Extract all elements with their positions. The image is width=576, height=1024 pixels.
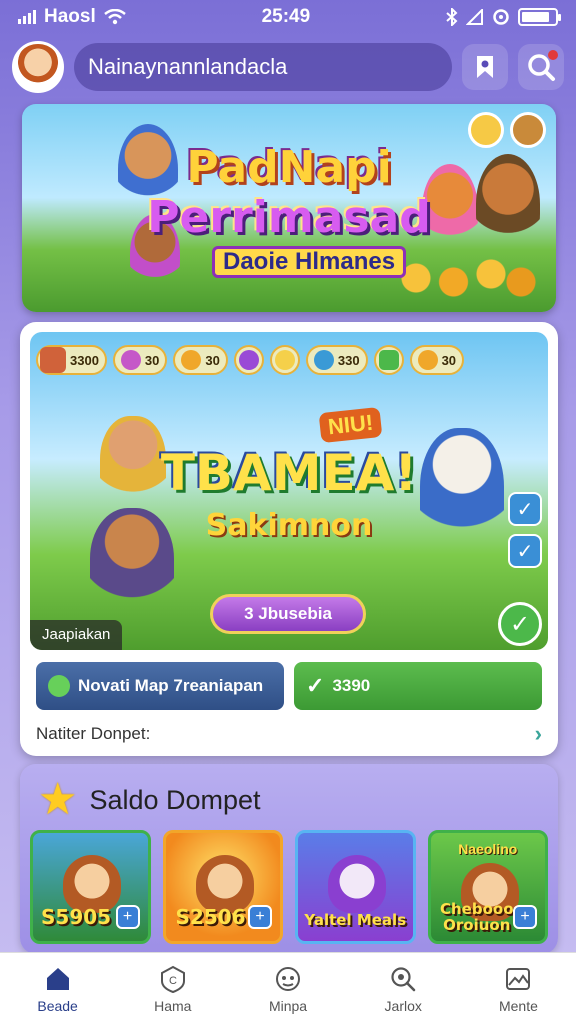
username: Nainaynannlandacla (88, 54, 288, 79)
nav-item-minpa[interactable]: Minpa (230, 953, 345, 1024)
status-left: Haosl (18, 6, 126, 28)
bluetooth-icon (446, 8, 458, 26)
featured-game-card: 3300 30 30 330 30 NIU! TBAMEA! Sakimnon … (20, 322, 558, 756)
carrier-name: Haosl (44, 6, 96, 27)
search-icon (388, 964, 418, 994)
check-icon: ✓ (306, 673, 325, 698)
character-icon (40, 347, 66, 373)
tile-character (328, 855, 386, 913)
saldo-tiles: S5905 + S2506 + Yaltel Meals Naeolino Ch… (30, 830, 548, 944)
nav-label: Minpa (268, 997, 308, 1014)
saldo-header: ★ Saldo Dompet (38, 772, 261, 828)
resource-item: 330 (305, 345, 368, 375)
gem-icon (120, 350, 141, 370)
side-check-button[interactable]: ✓ (508, 492, 542, 526)
chevron-right-icon: › (534, 721, 542, 746)
sync-icon (493, 9, 509, 25)
status-bar: Haosl 25:49 (0, 0, 576, 34)
cellular-icon (465, 9, 483, 25)
tile-top-label: Naeolino (458, 841, 518, 857)
resource-value: 30 (144, 352, 160, 368)
saldo-tile[interactable]: S5905 + (30, 830, 151, 944)
nav-label: Beade (37, 997, 78, 1014)
saldo-dompet-panel: ★ Saldo Dompet S5905 + S2506 + Yaltel Me… (20, 764, 558, 954)
game-subtitle: Sakimnon (205, 508, 373, 543)
nav-item-hama[interactable]: C Hama (115, 953, 230, 1024)
nav-label: Hama (154, 997, 192, 1014)
leaf-icon (48, 675, 70, 697)
nav-item-menu[interactable]: Mente (461, 953, 576, 1024)
plus-icon[interactable]: + (513, 905, 537, 929)
nav-item-search[interactable]: Jarlox (346, 953, 461, 1024)
resource-value: 30 (205, 352, 220, 368)
plus-icon[interactable]: + (115, 905, 140, 929)
saldo-tile[interactable]: S2506 + (162, 830, 283, 944)
coin-icon (417, 350, 438, 370)
signal-icon (18, 10, 36, 24)
resource-value: 30 (441, 352, 457, 368)
promo-banner[interactable]: PadNapi Perrimasad Daoie Hlmanes (22, 104, 556, 312)
resource-bar: 3300 30 30 330 30 (36, 338, 542, 382)
wallet-link[interactable]: Natiter Donpet: › (36, 720, 542, 748)
search-button[interactable] (518, 44, 564, 90)
gamepad-icon (273, 964, 303, 994)
username-pill[interactable]: Nainaynannlandacla (74, 43, 452, 91)
side-check-button[interactable]: ✓ (508, 534, 542, 568)
magic-icon (238, 350, 259, 370)
resource-item: 30 (112, 345, 168, 375)
shield-icon (313, 350, 334, 370)
saldo-tile[interactable]: Yaltel Meals (295, 830, 416, 944)
clock: 25:49 (261, 6, 311, 27)
battery-icon (517, 8, 561, 26)
banner-title-secondary: Perrimasad (147, 192, 431, 243)
notification-dot (548, 50, 558, 60)
action-row: Novati Map 7reaniapan ✓ 3390 (36, 662, 542, 710)
play-button[interactable]: 3 Jbusebia (210, 594, 366, 634)
svg-text:C: C (169, 975, 177, 987)
bookmark-icon (477, 56, 493, 78)
check-icon[interactable]: ✓ (498, 602, 542, 646)
collect-button[interactable]: ✓ 3390 (294, 662, 542, 710)
map-button-label: Novati Map 7reaniapan (78, 676, 264, 695)
coin-icon (181, 350, 202, 370)
resource-value: 330 (337, 352, 360, 368)
status-right (446, 8, 561, 26)
sun-icon (274, 350, 295, 370)
home-icon (43, 964, 73, 994)
nav-label: Mente (498, 997, 538, 1014)
map-button[interactable]: Novati Map 7reaniapan (36, 662, 284, 710)
nav-label: Jarlox (384, 997, 422, 1014)
new-badge: NIU! (318, 406, 383, 444)
top-header: Nainaynannlandacla (12, 38, 564, 96)
saldo-tile[interactable]: Naeolino Chebooo Oroiuon + (427, 830, 548, 944)
game-title: TBAMEA! (160, 444, 418, 502)
wifi-icon (103, 9, 126, 25)
bookmark-button[interactable] (462, 44, 508, 90)
game-scene[interactable]: 3300 30 30 330 30 NIU! TBAMEA! Sakimnon … (30, 332, 548, 650)
avatar[interactable] (12, 41, 64, 93)
banner-title: PadNapi (186, 142, 392, 193)
nav-item-home[interactable]: Beade (0, 953, 115, 1024)
shield-icon: C (158, 964, 188, 994)
resource-item (269, 345, 300, 375)
resource-item: 30 (173, 345, 228, 375)
plus-icon[interactable]: + (248, 905, 272, 929)
collect-button-label: 3390 (332, 676, 371, 695)
resource-item: 30 (409, 345, 465, 375)
banner-subtitle: Daoie Hlmanes (212, 246, 407, 278)
coin-pile (386, 258, 536, 298)
star-icon: ★ (38, 775, 78, 824)
resource-item (373, 345, 404, 375)
resource-value: 3300 (70, 352, 99, 368)
wallet-link-label: Natiter Donpet: (36, 724, 151, 743)
resource-item (233, 345, 264, 375)
scene-label: Jaapiakan (30, 620, 123, 650)
resource-item: 3300 (36, 345, 107, 375)
tile-label: Yaltel Meals (304, 911, 407, 929)
plus-icon (378, 350, 399, 370)
image-icon (503, 964, 533, 994)
bottom-nav: Beade C Hama Minpa Jarlox Mente (0, 952, 576, 1024)
saldo-title: Saldo Dompet (89, 784, 261, 815)
